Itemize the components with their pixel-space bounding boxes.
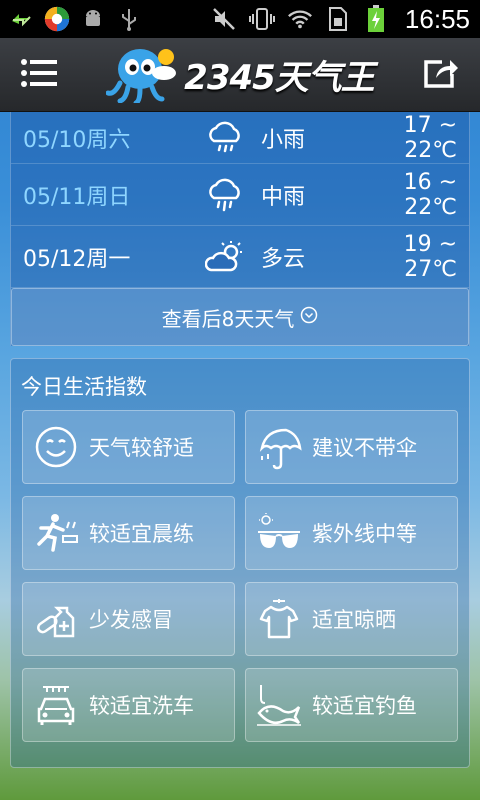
forecast-date: 05/12周一 [23,246,131,272]
life-index-title: 今日生活指数 [21,375,147,399]
life-index-umbrella[interactable]: 建议不带伞 [245,410,458,484]
medicine-icon [23,582,89,656]
android-icon [80,6,106,32]
status-time: 16:55 [404,3,470,34]
life-index-drying[interactable]: 适宜晾晒 [245,582,458,656]
forecast-date: 05/10周六 [23,127,131,153]
life-index-fishing[interactable]: 较适宜钓鱼 [245,668,458,742]
umbrella-icon [246,410,312,484]
smiley-icon [23,410,89,484]
tile-label: 适宜晾晒 [312,608,396,632]
menu-button[interactable] [0,38,78,112]
tile-label: 天气较舒适 [89,436,194,460]
forecast-date: 05/11周日 [23,184,131,210]
battery-charging-icon [363,5,389,32]
forecast-desc: 中雨 [261,184,306,210]
forecast-temp: 17 ~ 22℃ [403,112,457,163]
partly-cloudy-icon [201,240,249,274]
life-index-exercise[interactable]: 较适宜晨练 [22,496,235,570]
app-header: 2345天气王 [0,38,480,112]
forecast-desc: 小雨 [261,127,306,153]
light-rain-icon [201,121,249,155]
moderate-rain-icon [201,178,249,212]
logo-text: 2345天气王 [184,58,375,98]
share-icon [422,56,460,94]
life-index-car-wash[interactable]: 较适宜洗车 [22,668,235,742]
tshirt-icon [246,582,312,656]
car-wash-icon [23,668,89,742]
forecast-row[interactable]: 05/10周六 小雨 17 ~ 22℃ [11,112,469,164]
tile-label: 紫外线中等 [312,522,417,546]
mute-icon [211,6,237,32]
life-index-uv[interactable]: 紫外线中等 [245,496,458,570]
tile-label: 少发感冒 [89,608,173,632]
life-index-cold[interactable]: 少发感冒 [22,582,235,656]
status-bar: 16:55 [0,0,480,38]
life-index-comfort[interactable]: 天气较舒适 [22,410,235,484]
forecast-temp: 19 ~ 27℃ [403,231,457,282]
more-forecast-button[interactable]: 查看后8天天气 [11,288,469,346]
chevron-down-icon [300,305,318,329]
sunglasses-icon [246,496,312,570]
life-index-panel: 今日生活指数 天气较舒适 建议不带伞 较适宜晨练 紫外线中等 少发感冒 适宜晾晒… [10,358,470,768]
360-app-icon [44,6,70,32]
app-logo: 2345天气王 [105,43,375,107]
tile-label: 建议不带伞 [312,436,417,460]
more-forecast-label: 查看后8天天气 [161,306,295,331]
fishing-icon [246,668,312,742]
wifi-icon [287,6,313,32]
tile-label: 较适宜晨练 [89,522,194,546]
sim-icon [325,6,351,32]
octopus-mascot-icon [105,43,178,107]
forecast-temp: 16 ~ 22℃ [403,169,457,220]
forecast-list: 05/10周六 小雨 17 ~ 22℃ 05/11周日 中雨 16 ~ 22℃ … [10,112,470,346]
share-button[interactable] [402,38,480,112]
usb-icon [116,6,142,32]
forecast-desc: 多云 [261,246,306,272]
menu-icon [21,58,57,92]
forecast-row[interactable]: 05/12周一 多云 19 ~ 27℃ [11,226,469,288]
running-icon [23,496,89,570]
sync-icon [8,6,34,32]
forecast-row[interactable]: 05/11周日 中雨 16 ~ 22℃ [11,164,469,226]
tile-label: 较适宜钓鱼 [312,694,417,718]
vibrate-icon [248,6,275,32]
tile-label: 较适宜洗车 [89,694,194,718]
